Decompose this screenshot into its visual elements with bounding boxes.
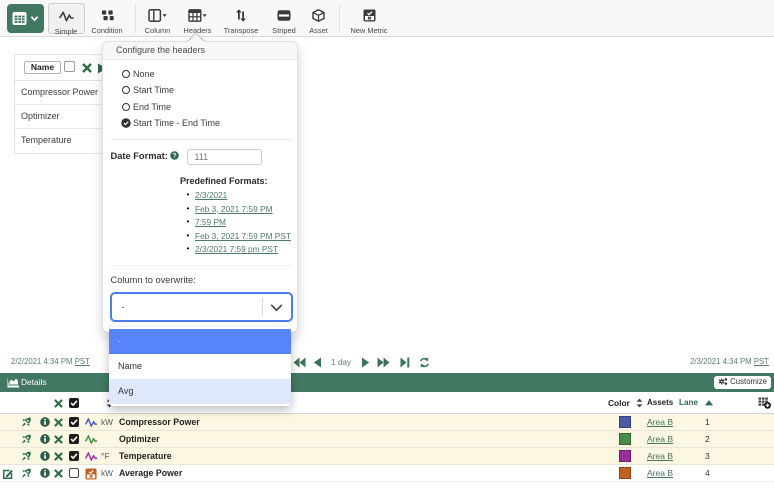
- svg-text:?: ?: [173, 152, 177, 159]
